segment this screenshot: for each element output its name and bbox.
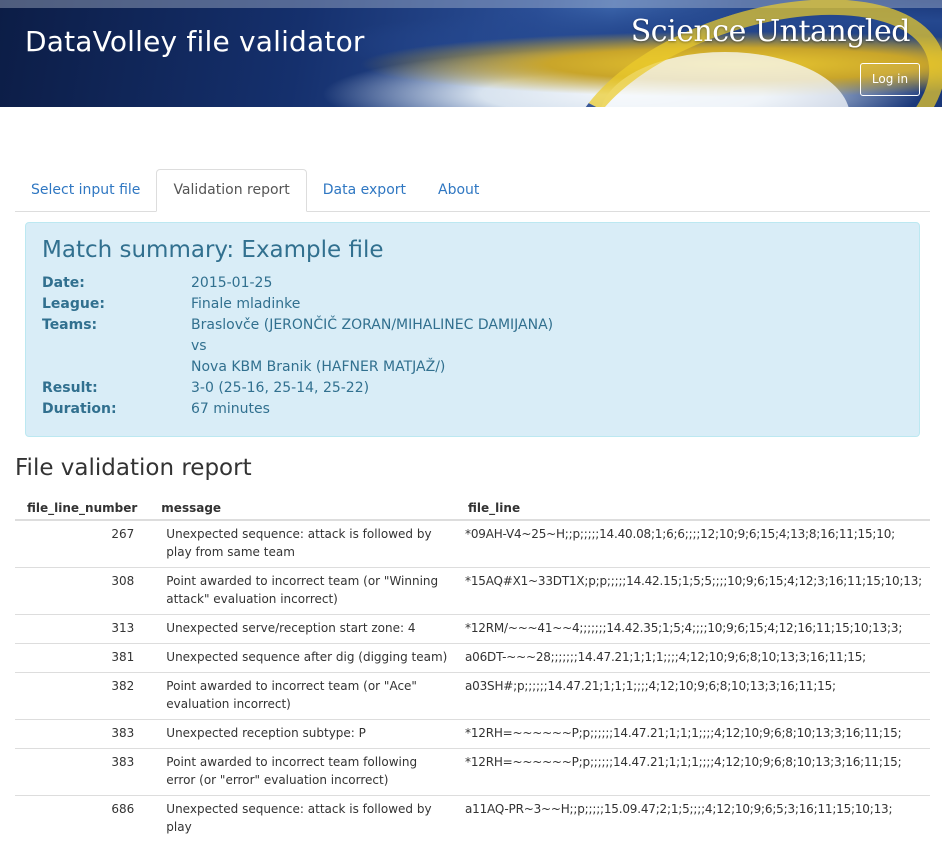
file-line-cell: *12RM/~~~41~~4;;;;;;;14.42.35;1;5;4;;;;1… — [456, 615, 930, 644]
message-cell: Unexpected serve/reception start zone: 4 — [149, 615, 456, 644]
column-header-file-line-number[interactable]: file_line_number — [15, 497, 149, 520]
line-number-cell: 383 — [15, 749, 149, 796]
date-label: Date: — [42, 273, 191, 294]
login-button[interactable]: Log in — [860, 63, 920, 96]
line-number-cell: 313 — [15, 615, 149, 644]
teams-value: Braslovče (JERONČIČ ZORAN/MIHALINEC DAMI… — [191, 315, 903, 378]
table-row: 686 Unexpected sequence: attack is follo… — [15, 796, 930, 842]
file-line-cell: *15AQ#X1~33DT1X;p;p;;;;;14.42.15;1;5;5;;… — [456, 568, 930, 615]
validation-table: file_line_number message file_line 267 U… — [15, 497, 930, 842]
line-number-cell: 383 — [15, 720, 149, 749]
summary-row-result: Result: 3-0 (25-16, 25-14, 25-22) — [42, 378, 903, 399]
message-cell: Unexpected sequence: attack is followed … — [149, 520, 456, 568]
summary-row-duration: Duration: 67 minutes — [42, 399, 903, 420]
tab-select-input-file[interactable]: Select input file — [15, 170, 156, 211]
column-header-message[interactable]: message — [149, 497, 456, 520]
report-title: File validation report — [15, 455, 252, 481]
file-line-cell: *09AH-V4~25~H;;p;;;;;14.40.08;1;6;6;;;;1… — [456, 520, 930, 568]
table-row: 267 Unexpected sequence: attack is follo… — [15, 520, 930, 568]
tab-about[interactable]: About — [422, 170, 495, 211]
match-summary-panel: Match summary: Example file Date: 2015-0… — [25, 222, 920, 437]
home-team: Braslovče (JERONČIČ ZORAN/MIHALINEC DAMI… — [191, 315, 903, 336]
line-number-cell: 308 — [15, 568, 149, 615]
tab-bar: Select input file Validation report Data… — [15, 169, 930, 212]
table-row: 381 Unexpected sequence after dig (diggi… — [15, 644, 930, 673]
teams-label: Teams: — [42, 315, 191, 378]
league-value: Finale mladinke — [191, 294, 903, 315]
result-value: 3-0 (25-16, 25-14, 25-22) — [191, 378, 903, 399]
file-line-cell: *12RH=~~~~~~P;p;;;;;;14.47.21;1;1;1;;;;4… — [456, 749, 930, 796]
brand-logo-text: Science Untangled — [631, 14, 910, 49]
line-number-cell: 381 — [15, 644, 149, 673]
file-line-cell: a03SH#;p;;;;;;14.47.21;1;1;1;;;;4;12;10;… — [456, 673, 930, 720]
table-row: 383 Unexpected reception subtype: P *12R… — [15, 720, 930, 749]
file-line-cell: a11AQ-PR~3~~H;;p;;;;;15.09.47;2;1;5;;;;4… — [456, 796, 930, 842]
date-value: 2015-01-25 — [191, 273, 903, 294]
app-title: DataVolley file validator — [25, 25, 365, 58]
line-number-cell: 382 — [15, 673, 149, 720]
line-number-cell: 267 — [15, 520, 149, 568]
message-cell: Unexpected reception subtype: P — [149, 720, 456, 749]
file-line-cell: *12RH=~~~~~~P;p;;;;;;14.47.21;1;1;1;;;;4… — [456, 720, 930, 749]
table-row: 313 Unexpected serve/reception start zon… — [15, 615, 930, 644]
away-team: Nova KBM Branik (HAFNER MATJAŽ/) — [191, 357, 903, 378]
summary-row-teams: Teams: Braslovče (JERONČIČ ZORAN/MIHALIN… — [42, 315, 903, 378]
versus-text: vs — [191, 336, 903, 357]
line-number-cell: 686 — [15, 796, 149, 842]
message-cell: Unexpected sequence: attack is followed … — [149, 796, 456, 842]
tab-validation-report[interactable]: Validation report — [156, 169, 306, 212]
table-row: 382 Point awarded to incorrect team (or … — [15, 673, 930, 720]
file-line-cell: a06DT-~~~28;;;;;;;14.47.21;1;1;1;;;;4;12… — [456, 644, 930, 673]
message-cell: Point awarded to incorrect team followin… — [149, 749, 456, 796]
summary-title: Match summary: Example file — [42, 237, 903, 263]
tab-data-export[interactable]: Data export — [307, 170, 422, 211]
summary-row-date: Date: 2015-01-25 — [42, 273, 903, 294]
column-header-file-line[interactable]: file_line — [456, 497, 930, 520]
table-row: 308 Point awarded to incorrect team (or … — [15, 568, 930, 615]
message-cell: Point awarded to incorrect team (or "Ace… — [149, 673, 456, 720]
duration-value: 67 minutes — [191, 399, 903, 420]
table-header-row: file_line_number message file_line — [15, 497, 930, 520]
message-cell: Point awarded to incorrect team (or "Win… — [149, 568, 456, 615]
table-row: 383 Point awarded to incorrect team foll… — [15, 749, 930, 796]
header-banner: DataVolley file validator Science Untang… — [0, 0, 942, 107]
duration-label: Duration: — [42, 399, 191, 420]
message-cell: Unexpected sequence after dig (digging t… — [149, 644, 456, 673]
validation-table-container: file_line_number message file_line 267 U… — [15, 497, 930, 842]
result-label: Result: — [42, 378, 191, 399]
league-label: League: — [42, 294, 191, 315]
summary-row-league: League: Finale mladinke — [42, 294, 903, 315]
